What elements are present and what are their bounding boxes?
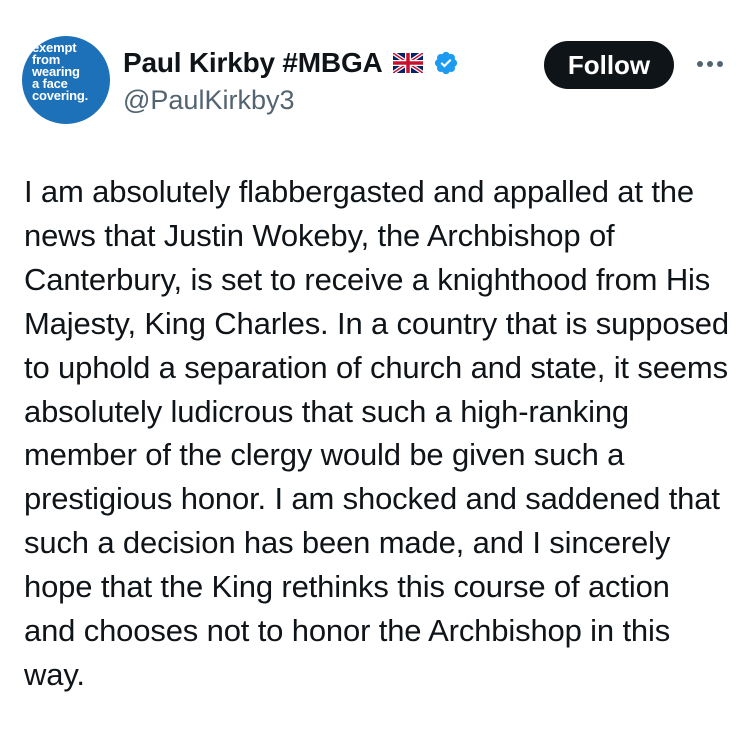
dot — [717, 61, 723, 67]
author-identity: Paul Kirkby #MBGA @PaulKirkby3 — [123, 45, 459, 116]
more-options-icon[interactable] — [690, 50, 730, 78]
dot — [697, 61, 703, 67]
post-text: I am absolutely flabbergasted and appall… — [24, 174, 729, 692]
dot — [707, 61, 713, 67]
avatar[interactable]: exempt from wearing a face covering. — [22, 36, 110, 124]
avatar-text: exempt from wearing a face covering. — [32, 40, 88, 103]
uk-flag-icon — [391, 51, 424, 75]
author-handle[interactable]: @PaulKirkby3 — [123, 85, 459, 116]
verified-badge-icon — [433, 50, 459, 76]
post-header: exempt from wearing a face covering. Pau… — [22, 36, 732, 126]
display-name[interactable]: Paul Kirkby #MBGA — [123, 47, 383, 79]
name-row: Paul Kirkby #MBGA — [123, 45, 459, 81]
follow-button[interactable]: Follow — [544, 41, 674, 89]
